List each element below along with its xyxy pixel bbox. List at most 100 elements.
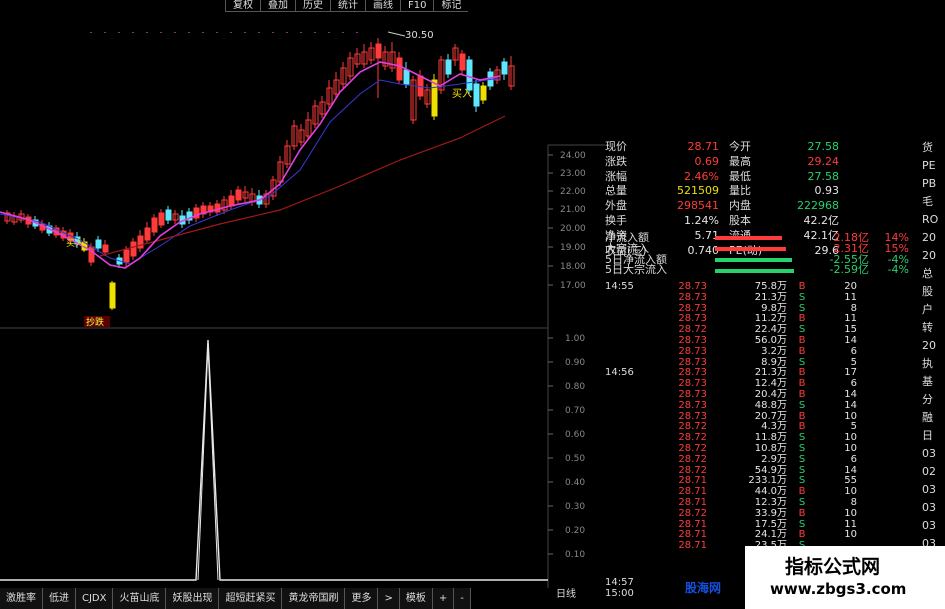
side-tab[interactable]: 02 bbox=[922, 464, 945, 482]
candle-body bbox=[102, 244, 109, 253]
side-tab[interactable]: 总 bbox=[922, 266, 945, 284]
tick-time: 14:57 bbox=[605, 577, 634, 588]
peak-label: 30.50 bbox=[405, 30, 434, 41]
tick-time bbox=[605, 325, 657, 336]
indicator-tab[interactable]: 激胜率 bbox=[0, 588, 43, 609]
watermark-url: www.zbgs3.com bbox=[770, 580, 907, 598]
side-tab[interactable]: 日 bbox=[922, 428, 945, 446]
tick-price: 28.73 bbox=[678, 345, 707, 357]
candle-body bbox=[459, 53, 466, 71]
side-tab[interactable]: 20 bbox=[922, 230, 945, 248]
side-tab[interactable]: 03 bbox=[922, 446, 945, 464]
quote-value: 1.24% bbox=[684, 213, 719, 227]
indicator-chart[interactable]: 1.00 0.90 0.80 0.70 0.60 0.50 0.40 0.30 0.20 0.10 bbox=[0, 330, 605, 588]
tick-volume: 21.3万 bbox=[754, 291, 787, 303]
tick-times-lower: 14:57 15:00 bbox=[605, 577, 634, 599]
indicator-tab[interactable]: 更多 bbox=[345, 588, 379, 609]
tick-time bbox=[605, 476, 657, 487]
candle-body bbox=[123, 249, 130, 263]
quote-label: 内盘 bbox=[729, 199, 751, 213]
tick-time: 14:55 bbox=[605, 281, 634, 292]
indicator-tab[interactable]: 妖股出现 bbox=[166, 588, 220, 609]
tick-list[interactable]: 14:55 28.73 75.8万 B 20 28.73 21.3万 S 11 28.73 9.8万… bbox=[605, 281, 921, 552]
indicator-tab[interactable]: 模板 bbox=[400, 588, 433, 609]
side-tab[interactable]: 03 bbox=[922, 482, 945, 500]
indicator-tab[interactable]: > bbox=[378, 588, 400, 609]
side-tab[interactable]: 股 bbox=[922, 284, 945, 302]
tick-time bbox=[605, 379, 657, 390]
side-tab[interactable]: PB bbox=[922, 176, 945, 194]
side-tab[interactable]: 融 bbox=[922, 410, 945, 428]
indicator-tab[interactable]: - bbox=[454, 588, 471, 609]
flow-label: 5日大宗流入 bbox=[605, 263, 667, 277]
indicator-tab[interactable]: 火苗山底 bbox=[113, 588, 167, 609]
candle-body bbox=[228, 195, 235, 207]
quote-row: 现价 28.71 今开 27.58 bbox=[605, 140, 921, 155]
tick-count: 10 bbox=[844, 507, 857, 519]
tick-price: 28.72 bbox=[678, 453, 707, 465]
candle-body bbox=[214, 203, 221, 213]
y-tick-label: 0.40 bbox=[565, 478, 585, 488]
tick-row[interactable]: 28.72 2.9万 S 6 bbox=[605, 453, 921, 466]
quote-label: 总量 bbox=[605, 184, 627, 198]
indicator-tab[interactable]: + bbox=[433, 588, 455, 609]
side-tab[interactable]: 基 bbox=[922, 374, 945, 392]
quote-row: 涨幅 2.46% 最低 27.58 bbox=[605, 170, 921, 185]
tick-time bbox=[605, 336, 657, 347]
side-tab[interactable]: 毛 bbox=[922, 194, 945, 212]
quote-label: 涨幅 bbox=[605, 169, 627, 183]
candlestick-chart[interactable]: 24.00 23.00 22.00 21.00 20.00 19.00 18.00 17.00… bbox=[0, 0, 605, 330]
tick-price: 28.71 bbox=[678, 540, 707, 552]
indicator-tab[interactable]: 黄龙帝国刷 bbox=[282, 588, 346, 609]
side-tab[interactable]: 03 bbox=[922, 500, 945, 518]
tick-count: 14 bbox=[844, 399, 857, 411]
watermark-title: 指标公式网 bbox=[785, 556, 881, 578]
quote-label: 现价 bbox=[605, 140, 627, 153]
tick-volume: 33.9万 bbox=[754, 507, 787, 519]
tick-time bbox=[605, 293, 657, 304]
side-tab[interactable]: 执 bbox=[922, 356, 945, 374]
quote-label: 股本 bbox=[729, 213, 751, 227]
tick-time bbox=[605, 541, 657, 552]
side-tab[interactable]: 户 bbox=[922, 302, 945, 320]
side-tab[interactable]: 20 bbox=[922, 338, 945, 356]
watermark-box: 指标公式网 www.zbgs3.com bbox=[745, 546, 945, 609]
side-tab[interactable]: 分 bbox=[922, 392, 945, 410]
flow-bar-wrap bbox=[715, 247, 805, 252]
quote-row: 总量 521509 量比 0.93 bbox=[605, 184, 921, 199]
flow-bar bbox=[715, 268, 795, 273]
quote-row: 涨跌 0.69 最高 29.24 bbox=[605, 155, 921, 170]
y-tick-label: 0.10 bbox=[565, 550, 585, 560]
quote-value: 2.46% bbox=[684, 169, 719, 183]
side-tab[interactable]: 转 bbox=[922, 320, 945, 338]
candle-body bbox=[501, 61, 508, 75]
tick-row[interactable]: 28.73 48.8万 S 14 bbox=[605, 399, 921, 412]
indicator-tab[interactable]: CJDX bbox=[76, 588, 114, 609]
tick-row[interactable]: 28.73 21.3万 S 11 bbox=[605, 291, 921, 304]
tick-volume: 3.2万 bbox=[761, 345, 787, 357]
side-tab[interactable]: PE bbox=[922, 158, 945, 176]
tick-time bbox=[605, 509, 657, 520]
tick-time bbox=[605, 520, 657, 531]
candle-body bbox=[144, 227, 151, 241]
tick-row[interactable]: 28.73 3.2万 B 6 bbox=[605, 345, 921, 358]
tick-time bbox=[605, 433, 657, 444]
tick-time bbox=[605, 422, 657, 433]
candle-body bbox=[396, 57, 403, 81]
side-tab[interactable]: 20 bbox=[922, 248, 945, 266]
indicator-tab[interactable]: 超短赶紧买 bbox=[219, 588, 283, 609]
quote-label: 最低 bbox=[729, 169, 751, 183]
side-tab[interactable]: RO bbox=[922, 212, 945, 230]
tick-row[interactable]: 28.72 33.9万 B 10 bbox=[605, 507, 921, 520]
candle-body bbox=[431, 79, 438, 117]
tick-time bbox=[605, 314, 657, 325]
indicator-tab[interactable]: 低进 bbox=[43, 588, 76, 609]
period-label[interactable]: 日线 bbox=[556, 585, 576, 600]
quote-label: 换手 bbox=[605, 213, 627, 227]
tick-time bbox=[605, 498, 657, 509]
candle-body bbox=[480, 85, 487, 101]
tick-direction: S bbox=[798, 291, 806, 303]
indicator-tab-bar[interactable]: 激胜率 低进 CJDX 火苗山底 妖股出现 超短赶紧买 黄龙帝国刷 更多 > 模板 + - bbox=[0, 588, 471, 609]
side-tab[interactable]: 03 bbox=[922, 518, 945, 536]
side-tab[interactable]: 货 bbox=[922, 140, 945, 158]
